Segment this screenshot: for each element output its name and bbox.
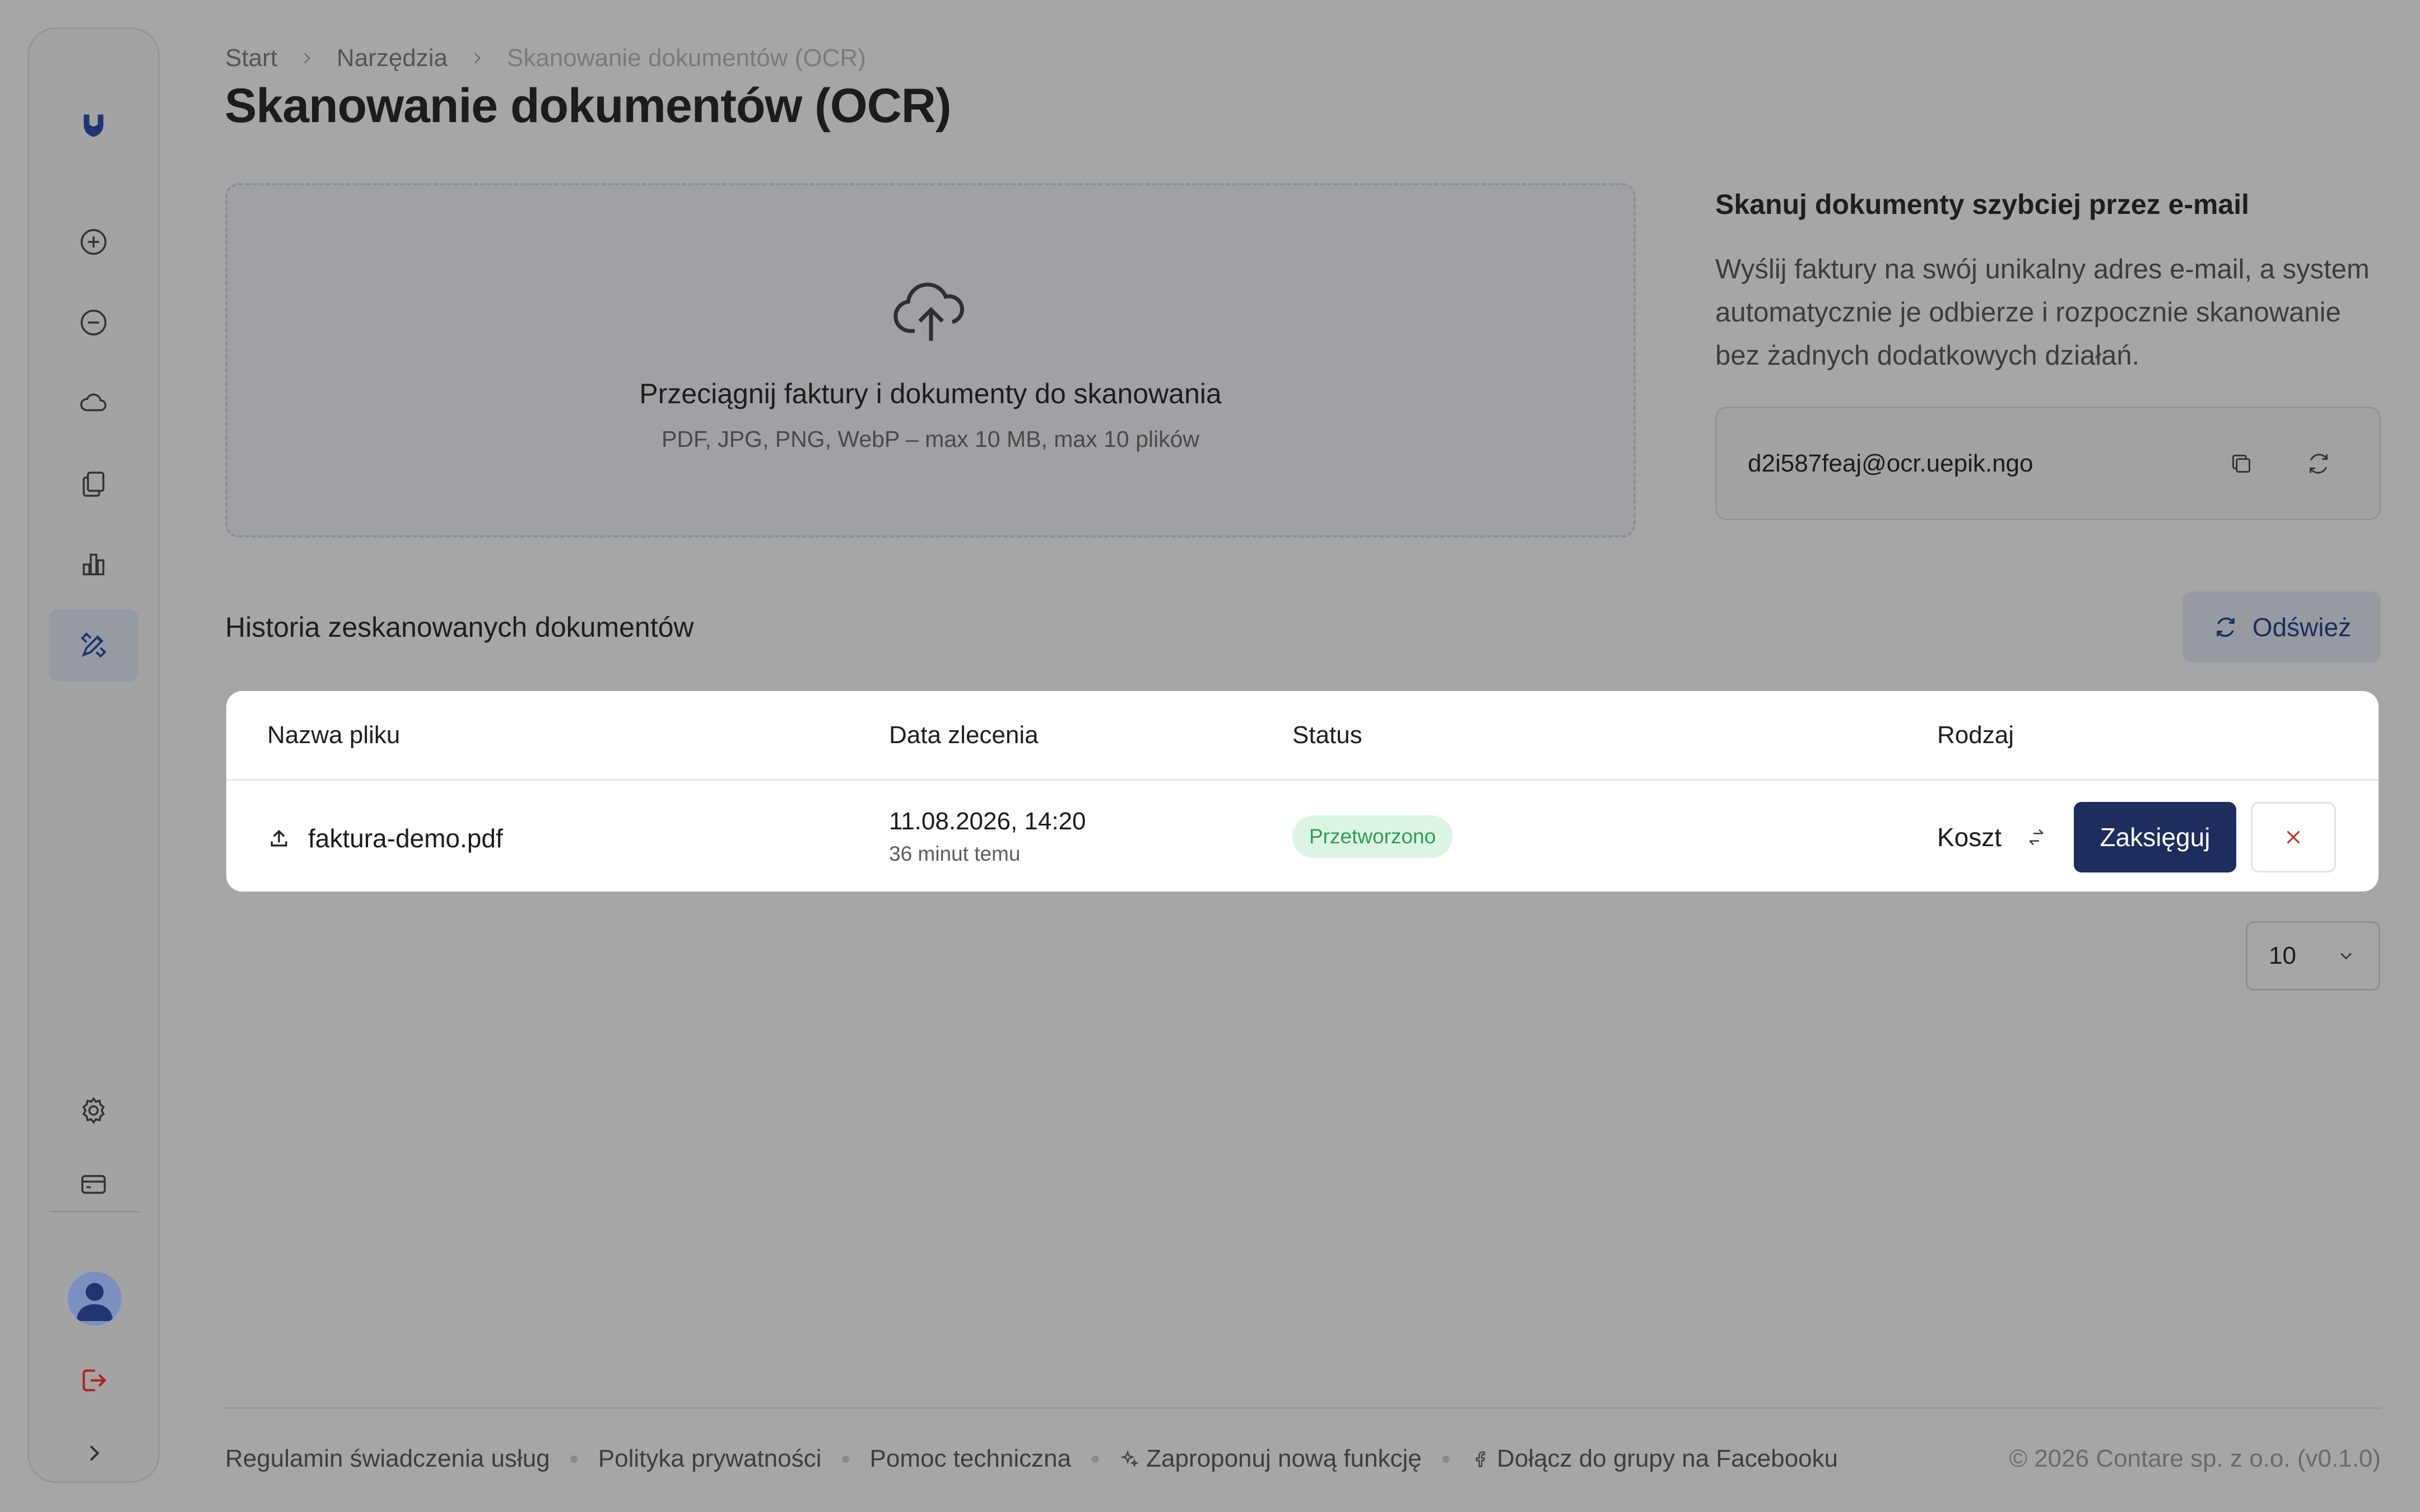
footer-separator: ● bbox=[1090, 1449, 1101, 1468]
sidebar bbox=[27, 27, 160, 1483]
page-size-select[interactable]: 10 bbox=[2246, 921, 2380, 991]
delete-button[interactable] bbox=[2251, 802, 2336, 872]
avatar[interactable] bbox=[68, 1272, 122, 1326]
footer-separator: ● bbox=[569, 1449, 579, 1468]
document-kind[interactable]: Koszt bbox=[1937, 822, 2047, 852]
document-kind-label: Koszt bbox=[1937, 823, 2002, 852]
cloud-icon[interactable] bbox=[49, 367, 138, 440]
chart-bar-icon[interactable] bbox=[49, 528, 138, 601]
card-icon[interactable] bbox=[49, 1148, 138, 1221]
column-header-kind: Rodzaj bbox=[1937, 721, 2014, 749]
upload-dropzone[interactable]: Przeciągnij faktury i dokumenty do skano… bbox=[225, 183, 1636, 538]
regenerate-button[interactable] bbox=[2302, 447, 2335, 480]
swap-icon[interactable] bbox=[2025, 826, 2047, 848]
breadcrumb-start[interactable]: Start bbox=[225, 44, 277, 72]
footer-link-suggest-label: Zaproponuj nową funkcję bbox=[1146, 1445, 1422, 1472]
tools-icon[interactable] bbox=[49, 609, 138, 682]
breadcrumb: Start Narzędzia Skanowanie dokumentów (O… bbox=[225, 44, 866, 73]
breadcrumb-tools[interactable]: Narzędzia bbox=[337, 44, 448, 72]
sidebar-divider bbox=[49, 1211, 139, 1212]
column-header-status: Status bbox=[1292, 721, 1362, 749]
page-size-value: 10 bbox=[2269, 942, 2296, 969]
footer-link-privacy[interactable]: Polityka prywatności bbox=[598, 1445, 822, 1473]
breadcrumb-current: Skanowanie dokumentów (OCR) bbox=[507, 44, 866, 72]
footer-link-suggest[interactable]: Zaproponuj nową funkcję bbox=[1119, 1445, 1422, 1473]
column-header-filename: Nazwa pliku bbox=[267, 721, 401, 749]
table-row-filename[interactable]: faktura-demo.pdf bbox=[267, 823, 503, 853]
file-name: faktura-demo.pdf bbox=[308, 824, 503, 853]
refresh-label: Odśwież bbox=[2252, 612, 2352, 642]
footer-link-facebook[interactable]: Dołącz do grupy na Facebooku bbox=[1470, 1445, 1838, 1473]
footer-link-facebook-label: Dołącz do grupy na Facebooku bbox=[1496, 1445, 1838, 1472]
column-header-date: Data zlecenia bbox=[889, 721, 1039, 749]
footer-divider bbox=[225, 1407, 2381, 1409]
refresh-button[interactable]: Odśwież bbox=[2182, 591, 2381, 662]
refresh-icon bbox=[2216, 617, 2235, 637]
facebook-icon bbox=[1476, 1451, 1485, 1467]
email-address[interactable]: d2i587feaj@ocr.uepik.ngo bbox=[1748, 408, 2033, 519]
logo-icon[interactable] bbox=[49, 88, 138, 161]
upload-subtitle: PDF, JPG, PNG, WebP – max 10 MB, max 10 … bbox=[661, 426, 1200, 452]
order-date-relative: 36 minut temu bbox=[889, 842, 1021, 865]
footer-link-terms[interactable]: Regulamin świadczenia usług bbox=[225, 1445, 550, 1473]
upload-icon bbox=[271, 829, 287, 847]
gear-icon[interactable] bbox=[49, 1074, 138, 1147]
email-scan-description: Wyślij faktury na swój unikalny adres e-… bbox=[1715, 254, 2370, 371]
logout-icon[interactable] bbox=[49, 1344, 138, 1417]
email-address-box: d2i587feaj@ocr.uepik.ngo bbox=[1715, 407, 2381, 520]
copyright: © 2026 Contare sp. z o.o. (v0.1.0) bbox=[2009, 1445, 2381, 1472]
minus-circle-icon[interactable] bbox=[49, 286, 138, 359]
order-date: 11.08.2026, 14:20 bbox=[889, 808, 1086, 835]
chevron-down-icon bbox=[2340, 953, 2352, 960]
footer-separator: ● bbox=[840, 1449, 851, 1468]
email-scan-title: Skanuj dokumenty szybciej przez e-mail bbox=[1715, 189, 2250, 220]
copy-icon bbox=[2232, 454, 2251, 473]
post-document-button[interactable]: Zaksięguj bbox=[2074, 802, 2236, 872]
status-badge: Przetworzono bbox=[1292, 815, 1453, 858]
cloud-upload-icon bbox=[893, 282, 964, 341]
page-title: Skanowanie dokumentów (OCR) bbox=[225, 79, 952, 133]
footer-links: Regulamin świadczenia usług ● Polityka p… bbox=[225, 1445, 1838, 1473]
footer-link-support[interactable]: Pomoc techniczna bbox=[870, 1445, 1072, 1473]
copy-button[interactable] bbox=[2224, 447, 2258, 480]
documents-icon[interactable] bbox=[49, 447, 138, 520]
upload-title: Przeciągnij faktury i dokumenty do skano… bbox=[639, 378, 1222, 409]
chevron-right-icon[interactable] bbox=[49, 1417, 138, 1490]
table-header-divider bbox=[226, 779, 2379, 781]
close-icon bbox=[2287, 830, 2300, 844]
refresh-icon bbox=[2309, 454, 2328, 474]
history-title: Historia zeskanowanych dokumentów bbox=[225, 612, 694, 643]
plus-circle-icon[interactable] bbox=[49, 206, 138, 278]
sparkle-icon bbox=[1120, 1450, 1139, 1468]
footer-separator: ● bbox=[1440, 1449, 1451, 1468]
history-table: Nazwa pliku Data zlecenia Status Rodzaj … bbox=[226, 691, 2379, 892]
chevron-right-icon bbox=[474, 53, 481, 64]
chevron-right-icon bbox=[304, 53, 310, 64]
